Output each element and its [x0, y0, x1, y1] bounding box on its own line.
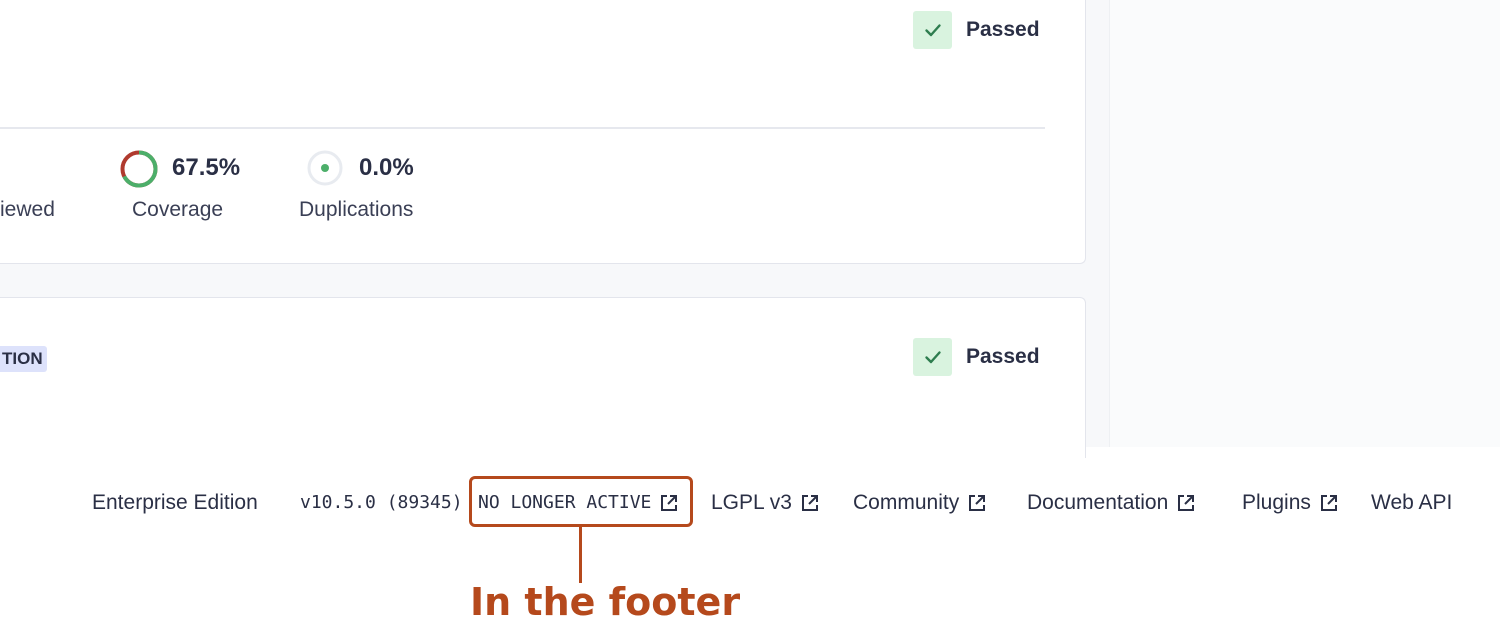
quality-gate-status-2: Passed [966, 345, 1040, 368]
footer-link-documentation[interactable]: Documentation [1027, 489, 1196, 517]
quality-gate-badge: Passed [913, 11, 1040, 49]
external-link-icon [969, 495, 986, 511]
duplications-label: Duplications [299, 198, 414, 221]
callout-text: In the footer [470, 580, 741, 624]
footer-link-lgpl[interactable]: LGPL v3 [711, 489, 820, 517]
footer-version: v10.5.0 (89345) [300, 492, 463, 513]
check-icon [913, 338, 952, 376]
coverage-value[interactable]: 67.5% [172, 154, 240, 182]
highlight-box [469, 476, 693, 527]
metric-label-partial: iewed [0, 198, 55, 221]
footer-link-label: Plugins [1242, 491, 1311, 514]
footer-link-label: LGPL v3 [711, 491, 792, 514]
coverage-label: Coverage [132, 198, 224, 221]
duplications-value[interactable]: 0.0% [359, 154, 414, 182]
coverage-donut-icon [120, 150, 158, 188]
footer-link-community[interactable]: Community [853, 489, 987, 517]
external-link-icon [801, 495, 818, 511]
footer-link-web-api[interactable]: Web API [1371, 489, 1452, 517]
quality-gate-badge-2: Passed [913, 338, 1040, 376]
check-icon [913, 11, 952, 49]
card-divider [0, 127, 1045, 129]
footer-link-label: Community [853, 491, 960, 514]
duplications-ring-icon [307, 150, 343, 186]
external-link-icon [1320, 495, 1337, 511]
footer-link-label: Documentation [1027, 491, 1169, 514]
project-tag: TION [0, 346, 47, 372]
project-card-2 [0, 297, 1086, 458]
external-link-icon [1178, 495, 1195, 511]
footer-link-plugins[interactable]: Plugins [1242, 489, 1339, 517]
callout-line [579, 527, 582, 583]
quality-gate-status: Passed [966, 18, 1040, 41]
side-panel [1109, 0, 1500, 447]
footer-edition: Enterprise Edition [92, 491, 258, 514]
